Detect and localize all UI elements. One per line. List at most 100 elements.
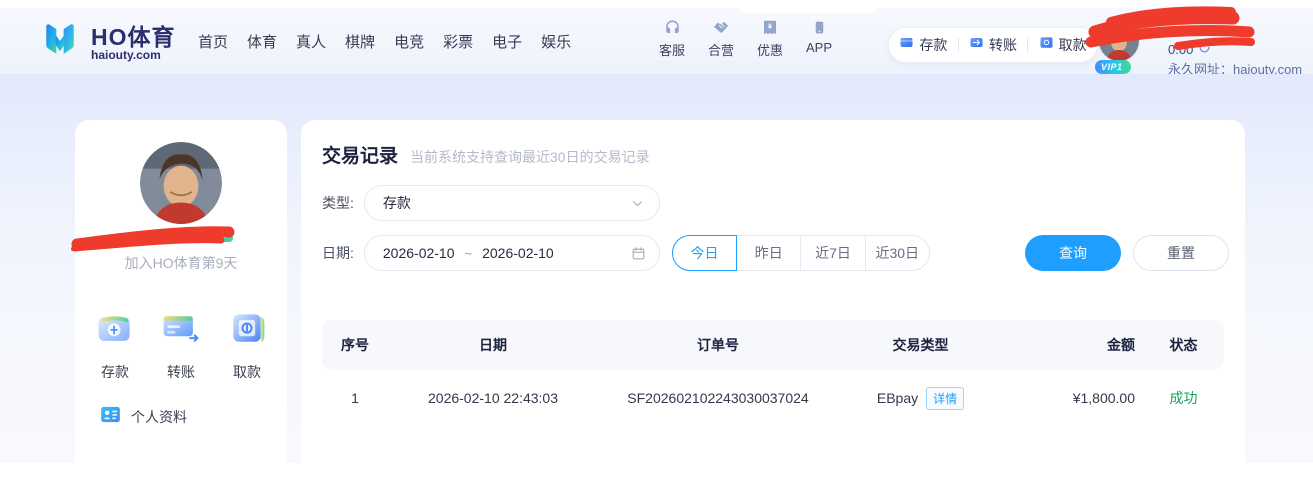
range-30days-button[interactable]: 近30日 — [866, 236, 929, 270]
col-type: 交易类型 — [838, 320, 1003, 370]
nav-item-live[interactable]: 真人 — [296, 31, 326, 52]
header-deposit-label: 存款 — [919, 35, 947, 55]
main-nav: 首页 体育 真人 棋牌 电竞 彩票 电子 娱乐 — [198, 8, 571, 74]
sidebar-deposit-label: 存款 — [101, 362, 129, 382]
col-amount: 金额 — [1003, 320, 1143, 370]
header-transfer-button[interactable]: 转账 — [969, 35, 1017, 55]
browser-tab-remnant — [737, 0, 879, 13]
transfer-card-icon — [159, 308, 203, 355]
quick-range-group: 今日 昨日 近7日 近30日 — [672, 235, 930, 271]
balance-row: 0.00 — [1168, 41, 1211, 57]
profile-sidebar: VIP1 加入HO体育第9天 — [75, 120, 287, 480]
nav-item-entertainment[interactable]: 娱乐 — [541, 31, 571, 52]
page-title: 交易记录 — [322, 141, 398, 168]
header-withdraw-button[interactable]: 取款 — [1039, 35, 1087, 55]
divider — [958, 38, 959, 52]
cell-status: 成功 — [1143, 370, 1224, 426]
withdraw-icon — [1039, 35, 1054, 55]
nav-item-sports[interactable]: 体育 — [247, 31, 277, 52]
col-date: 日期 — [388, 320, 598, 370]
transactions-table: 序号 日期 订单号 交易类型 金额 状态 1 2026-02-10 22:43:… — [322, 320, 1224, 426]
balance-value: 0.00 — [1168, 42, 1193, 57]
date-range-input[interactable]: 2026-02-10 ~ 2026-02-10 — [364, 235, 660, 271]
query-button[interactable]: 查询 — [1025, 235, 1121, 271]
date-filter-label: 日期: — [322, 243, 354, 263]
table-header-row: 序号 日期 订单号 交易类型 金额 状态 — [322, 320, 1224, 370]
type-select-value: 存款 — [383, 193, 631, 213]
calendar-icon[interactable] — [631, 246, 646, 261]
partnership-label: 合营 — [708, 40, 734, 59]
cell-index: 1 — [322, 370, 388, 426]
chevron-down-icon — [631, 197, 644, 210]
join-days-text: 加入HO体育第9天 — [75, 253, 287, 273]
promotions-button[interactable]: ¥ 优惠 — [753, 17, 787, 59]
deposit-icon — [899, 35, 914, 55]
page-subtitle: 当前系统支持查询最近30日的交易记录 — [410, 147, 650, 167]
user-avatar-large[interactable] — [140, 142, 222, 224]
handshake-icon — [711, 17, 731, 37]
brand-title: HO体育 — [91, 25, 176, 49]
app-download-label: APP — [806, 40, 832, 55]
cell-amount: ¥1,800.00 — [1003, 370, 1143, 426]
table-row: 1 2026-02-10 22:43:03 SF2026021022430300… — [322, 370, 1224, 426]
header-shortcuts: 客服 合营 ¥ 优惠 — [655, 17, 836, 59]
customer-service-label: 客服 — [659, 40, 685, 59]
date-to-value: 2026-02-10 — [482, 245, 554, 261]
transfer-icon — [969, 35, 984, 55]
deposit-wallet-icon — [93, 308, 137, 355]
sidebar-transfer-label: 转账 — [167, 362, 195, 382]
nav-item-esports[interactable]: 电竞 — [394, 31, 424, 52]
partnership-button[interactable]: 合营 — [704, 17, 738, 59]
nav-item-lottery[interactable]: 彩票 — [443, 31, 473, 52]
range-7days-button[interactable]: 近7日 — [801, 236, 865, 270]
app-download-button[interactable]: APP — [802, 17, 836, 59]
sidebar-transfer-button[interactable]: 转账 — [151, 308, 211, 382]
divider — [1027, 38, 1028, 52]
nav-item-slots[interactable]: 电子 — [492, 31, 522, 52]
brand-logo[interactable]: HO体育 haiouty.com — [38, 19, 176, 68]
wallet-quick-bar: 存款 转账 取款 — [888, 27, 1098, 63]
username-row: VIP1 — [75, 224, 287, 250]
sidebar-actions: 存款 转账 — [85, 308, 277, 382]
promotions-label: 优惠 — [757, 40, 783, 59]
customer-service-button[interactable]: 客服 — [655, 17, 689, 59]
sidebar-item-profile[interactable]: 个人资料 — [100, 406, 187, 428]
headset-icon — [663, 17, 682, 37]
cell-pay-type: EBpay 详情 — [838, 370, 1003, 426]
user-avatar-small[interactable] — [1098, 20, 1140, 62]
date-separator: ~ — [465, 246, 473, 261]
brand-domain: haiouty.com — [91, 49, 176, 62]
cell-order-no: SF202602102243030037024 — [598, 370, 838, 426]
sidebar-withdraw-label: 取款 — [233, 362, 261, 382]
cell-datetime: 2026-02-10 22:43:03 — [388, 370, 598, 426]
sidebar-profile-label: 个人资料 — [131, 407, 187, 427]
range-today-button[interactable]: 今日 — [672, 235, 737, 271]
transactions-panel: 交易记录 当前系统支持查询最近30日的交易记录 类型: 存款 日期: 2026-… — [301, 120, 1245, 480]
header-deposit-button[interactable]: 存款 — [899, 35, 947, 55]
col-order-no: 订单号 — [598, 320, 838, 370]
sidebar-vip-badge: VIP1 — [200, 229, 233, 242]
type-select[interactable]: 存款 — [364, 185, 660, 221]
nav-item-chess[interactable]: 棋牌 — [345, 31, 375, 52]
header-transfer-label: 转账 — [989, 35, 1017, 55]
top-header: HO体育 haiouty.com 首页 体育 真人 棋牌 电竞 彩票 电子 娱乐… — [0, 8, 1313, 74]
account-area: VIP1 0.00 永久网址：haiouty.com — [1098, 16, 1308, 74]
col-index: 序号 — [322, 320, 388, 370]
withdraw-safe-icon — [225, 308, 269, 355]
sidebar-deposit-button[interactable]: 存款 — [85, 308, 145, 382]
nav-item-home[interactable]: 首页 — [198, 31, 228, 52]
refresh-balance-icon[interactable] — [1198, 41, 1211, 57]
detail-button[interactable]: 详情 — [926, 387, 964, 410]
reset-button[interactable]: 重置 — [1133, 235, 1229, 271]
sidebar-withdraw-button[interactable]: 取款 — [217, 308, 277, 382]
type-filter-label: 类型: — [322, 193, 354, 213]
phone-icon — [812, 17, 827, 37]
date-from-value: 2026-02-10 — [383, 245, 455, 261]
brand-logo-icon — [38, 19, 82, 68]
range-yesterday-button[interactable]: 昨日 — [737, 236, 801, 270]
col-status: 状态 — [1143, 320, 1224, 370]
vip-level-badge: VIP1 — [1095, 60, 1131, 74]
pay-type-value: EBpay — [877, 390, 918, 406]
id-card-icon — [100, 406, 121, 428]
header-withdraw-label: 取款 — [1059, 35, 1087, 55]
